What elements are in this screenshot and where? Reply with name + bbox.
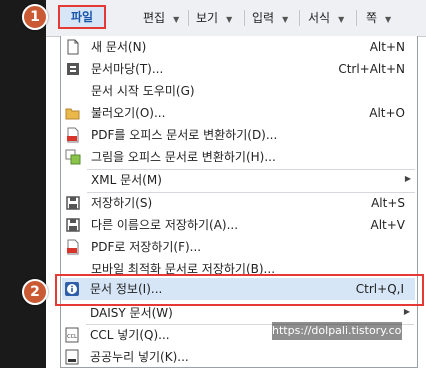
menu-item-open[interactable]: 불러오기(O)... Alt+O <box>61 103 417 124</box>
folder-open-icon <box>65 108 80 120</box>
menu-item-label: DAISY 문서(W) <box>90 306 173 320</box>
menu-item-open-license[interactable]: 공공누리 넣기(K)... <box>60 347 416 368</box>
chevron-down-icon: ▼ <box>173 15 180 24</box>
menu-item-xml[interactable]: XML 문서(M) ▶ <box>61 170 417 191</box>
menu-item-image-to-office[interactable]: 그림을 오피스 문서로 변환하기(H)... <box>61 147 417 168</box>
menu-item-label: 문서 시작 도우미(G) <box>91 84 195 98</box>
menu-item-label: 새 문서(N) <box>91 40 147 54</box>
step-badge-1: 1 <box>22 4 48 30</box>
watermark: https://dolpali.tistory.com <box>272 322 412 340</box>
shortcut-text: Alt+N <box>369 40 405 54</box>
menu-item-daisy[interactable]: DAISY 문서(W) ▶ <box>60 303 416 324</box>
chevron-down-icon: ▼ <box>226 15 233 24</box>
menu-file[interactable]: 파일 <box>58 5 106 29</box>
open-license-icon <box>65 349 79 365</box>
menu-page-label: 쪽 <box>366 11 378 25</box>
menu-item-template[interactable]: 문서마당(T)... Ctrl+Alt+N <box>61 59 417 80</box>
menu-item-label: 저장하기(S) <box>91 196 153 210</box>
menu-page[interactable]: 쪽 ▼ <box>366 8 391 28</box>
menu-edit-label: 편집 <box>143 11 166 25</box>
menu-view[interactable]: 보기 ▼ <box>196 8 232 28</box>
menu-item-label: PDF를 오피스 문서로 변환하기(D)... <box>91 128 278 142</box>
step-badge-2: 2 <box>22 279 48 305</box>
menu-view-label: 보기 <box>196 11 219 25</box>
menu-item-new-document[interactable]: 새 문서(N) Alt+N <box>61 37 417 58</box>
menu-item-label: 문서마당(T)... <box>91 62 164 76</box>
separator <box>299 10 300 26</box>
menu-item-pdf-to-office[interactable]: PDF를 오피스 문서로 변환하기(D)... <box>61 125 417 146</box>
separator <box>244 10 245 26</box>
chevron-down-icon: ▼ <box>338 15 345 24</box>
menu-item-label: CCL 넣기(Q)... <box>90 328 170 342</box>
menu-item-wizard[interactable]: 문서 시작 도우미(G) <box>61 81 417 102</box>
image-convert-icon <box>65 149 81 165</box>
separator <box>356 10 357 26</box>
svg-text:CCL: CCL <box>67 334 77 340</box>
menu-insert[interactable]: 입력 ▼ <box>252 8 288 28</box>
shortcut-text: Alt+S <box>371 196 405 210</box>
submenu-arrow-icon: ▶ <box>404 174 411 183</box>
save-icon <box>66 196 80 210</box>
menu-item-save[interactable]: 저장하기(S) Alt+S <box>61 193 417 214</box>
shortcut-text: Alt+V <box>370 218 405 232</box>
highlight-box <box>55 274 424 306</box>
pdf-icon <box>67 127 79 143</box>
menu-format[interactable]: 서식 ▼ <box>308 8 344 28</box>
shortcut-text: Alt+O <box>369 106 405 120</box>
menu-format-label: 서식 <box>308 11 331 25</box>
submenu-arrow-icon: ▶ <box>403 307 410 316</box>
template-icon <box>67 63 79 75</box>
menu-item-label: 공공누리 넣기(K)... <box>90 350 189 364</box>
background-strip <box>0 0 46 368</box>
menu-insert-label: 입력 <box>252 11 275 25</box>
separator <box>188 10 189 26</box>
chevron-down-icon: ▼ <box>385 15 392 24</box>
menu-item-label: 다른 이름으로 저장하기(A)... <box>91 218 239 232</box>
menu-item-label: PDF로 저장하기(F)... <box>91 240 202 254</box>
new-document-icon <box>67 39 79 55</box>
menu-item-save-as[interactable]: 다른 이름으로 저장하기(A)... Alt+V <box>61 215 417 236</box>
menu-item-label: XML 문서(M) <box>91 173 162 187</box>
menu-edit[interactable]: 편집 ▼ <box>143 8 179 28</box>
menu-item-save-pdf[interactable]: PDF로 저장하기(F)... <box>61 237 417 258</box>
menu-item-label: 그림을 오피스 문서로 변환하기(H)... <box>91 150 276 164</box>
save-as-icon <box>66 218 80 232</box>
save-pdf-icon <box>67 239 79 255</box>
menu-item-label: 불러오기(O)... <box>91 106 166 120</box>
shortcut-text: Ctrl+Alt+N <box>338 62 405 76</box>
ccl-icon: CCL <box>65 327 79 343</box>
chevron-down-icon: ▼ <box>282 15 289 24</box>
